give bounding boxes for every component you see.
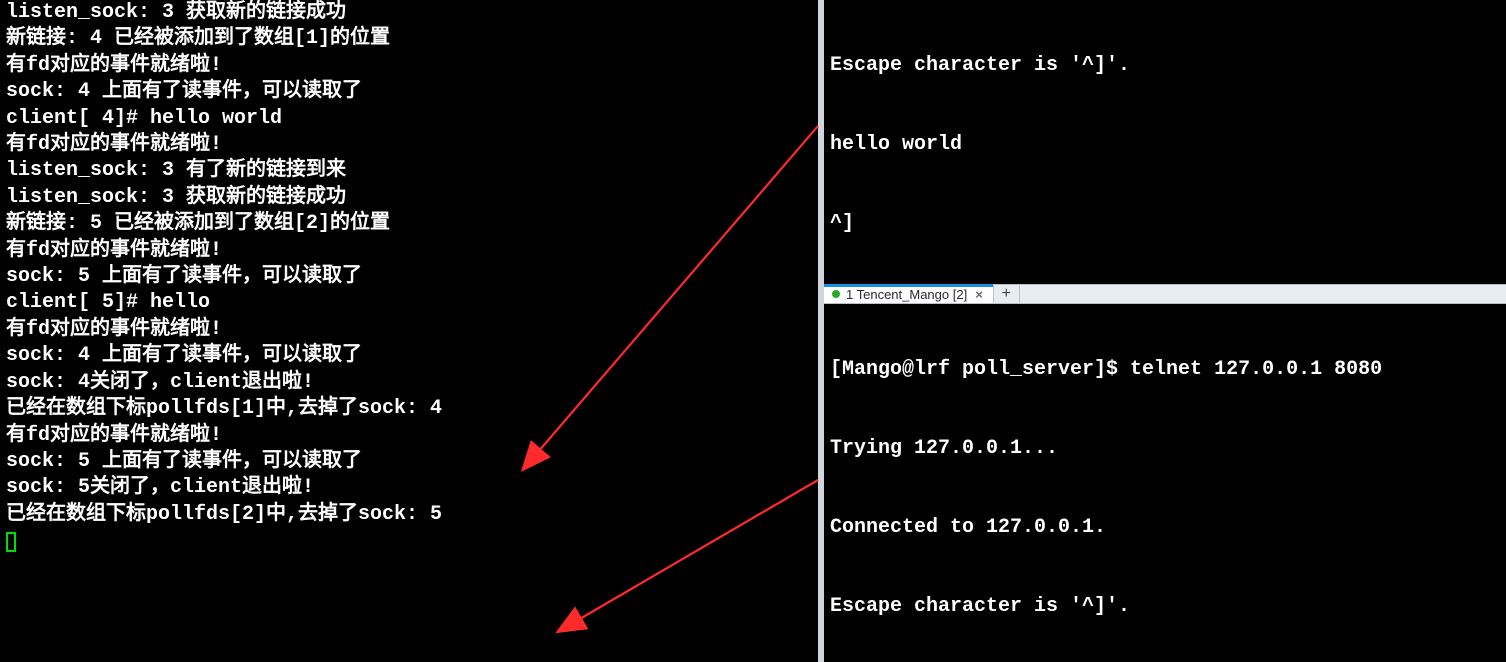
terminal-line: [Mango@lrf poll_server]$ telnet 127.0.0.… bbox=[830, 357, 1500, 383]
terminal-line: sock: 4 上面有了读事件，可以读取了 bbox=[6, 79, 812, 105]
terminal-line: 已经在数组下标pollfds[1]中,去掉了sock: 4 bbox=[6, 396, 812, 422]
close-icon[interactable]: × bbox=[973, 287, 985, 302]
terminal-line: 有fd对应的事件就绪啦! bbox=[6, 132, 812, 158]
tab-tencent-mango-2[interactable]: 1 Tencent_Mango [2] × bbox=[824, 285, 994, 303]
client2-terminal[interactable]: [Mango@lrf poll_server]$ telnet 127.0.0.… bbox=[824, 304, 1506, 662]
terminal-line: Trying 127.0.0.1... bbox=[830, 436, 1500, 462]
terminal-line: 已经在数组下标pollfds[2]中,去掉了sock: 5 bbox=[6, 502, 812, 528]
tab-label: 1 Tencent_Mango [2] bbox=[846, 287, 967, 302]
terminal-line: Escape character is '^]'. bbox=[830, 594, 1500, 620]
tab-bar: 1 Tencent_Mango [2] × + bbox=[824, 284, 1506, 304]
terminal-line: listen_sock: 3 获取新的链接成功 bbox=[6, 0, 812, 26]
terminal-line: Escape character is '^]'. bbox=[830, 53, 1500, 79]
terminal-line: 有fd对应的事件就绪啦! bbox=[6, 238, 812, 264]
cursor-icon bbox=[6, 532, 16, 552]
terminal-line: Connected to 127.0.0.1. bbox=[830, 515, 1500, 541]
add-tab-button[interactable]: + bbox=[994, 285, 1020, 303]
terminal-line: 有fd对应的事件就绪啦! bbox=[6, 423, 812, 449]
terminal-line: 有fd对应的事件就绪啦! bbox=[6, 53, 812, 79]
terminal-line: sock: 5 上面有了读事件，可以读取了 bbox=[6, 264, 812, 290]
terminal-line: sock: 5 上面有了读事件，可以读取了 bbox=[6, 449, 812, 475]
terminal-line: ^] bbox=[830, 211, 1500, 237]
terminal-line: sock: 4关闭了，client退出啦! bbox=[6, 370, 812, 396]
server-terminal[interactable]: listen_sock: 3 获取新的链接成功 新链接: 4 已经被添加到了数组… bbox=[0, 0, 818, 662]
terminal-line: client[ 5]# hello bbox=[6, 290, 812, 316]
terminal-line bbox=[6, 528, 812, 554]
terminal-line: listen_sock: 3 有了新的链接到来 bbox=[6, 158, 812, 184]
terminal-line: 新链接: 4 已经被添加到了数组[1]的位置 bbox=[6, 26, 812, 52]
terminal-line: 有fd对应的事件就绪啦! bbox=[6, 317, 812, 343]
terminal-line: hello world bbox=[830, 132, 1500, 158]
client1-terminal[interactable]: Escape character is '^]'. hello world ^]… bbox=[824, 0, 1506, 284]
terminal-line: client[ 4]# hello world bbox=[6, 106, 812, 132]
status-dot-icon bbox=[832, 290, 840, 298]
terminal-line: sock: 4 上面有了读事件，可以读取了 bbox=[6, 343, 812, 369]
terminal-line: listen_sock: 3 获取新的链接成功 bbox=[6, 185, 812, 211]
terminal-line: 新链接: 5 已经被添加到了数组[2]的位置 bbox=[6, 211, 812, 237]
terminal-line: sock: 5关闭了，client退出啦! bbox=[6, 475, 812, 501]
